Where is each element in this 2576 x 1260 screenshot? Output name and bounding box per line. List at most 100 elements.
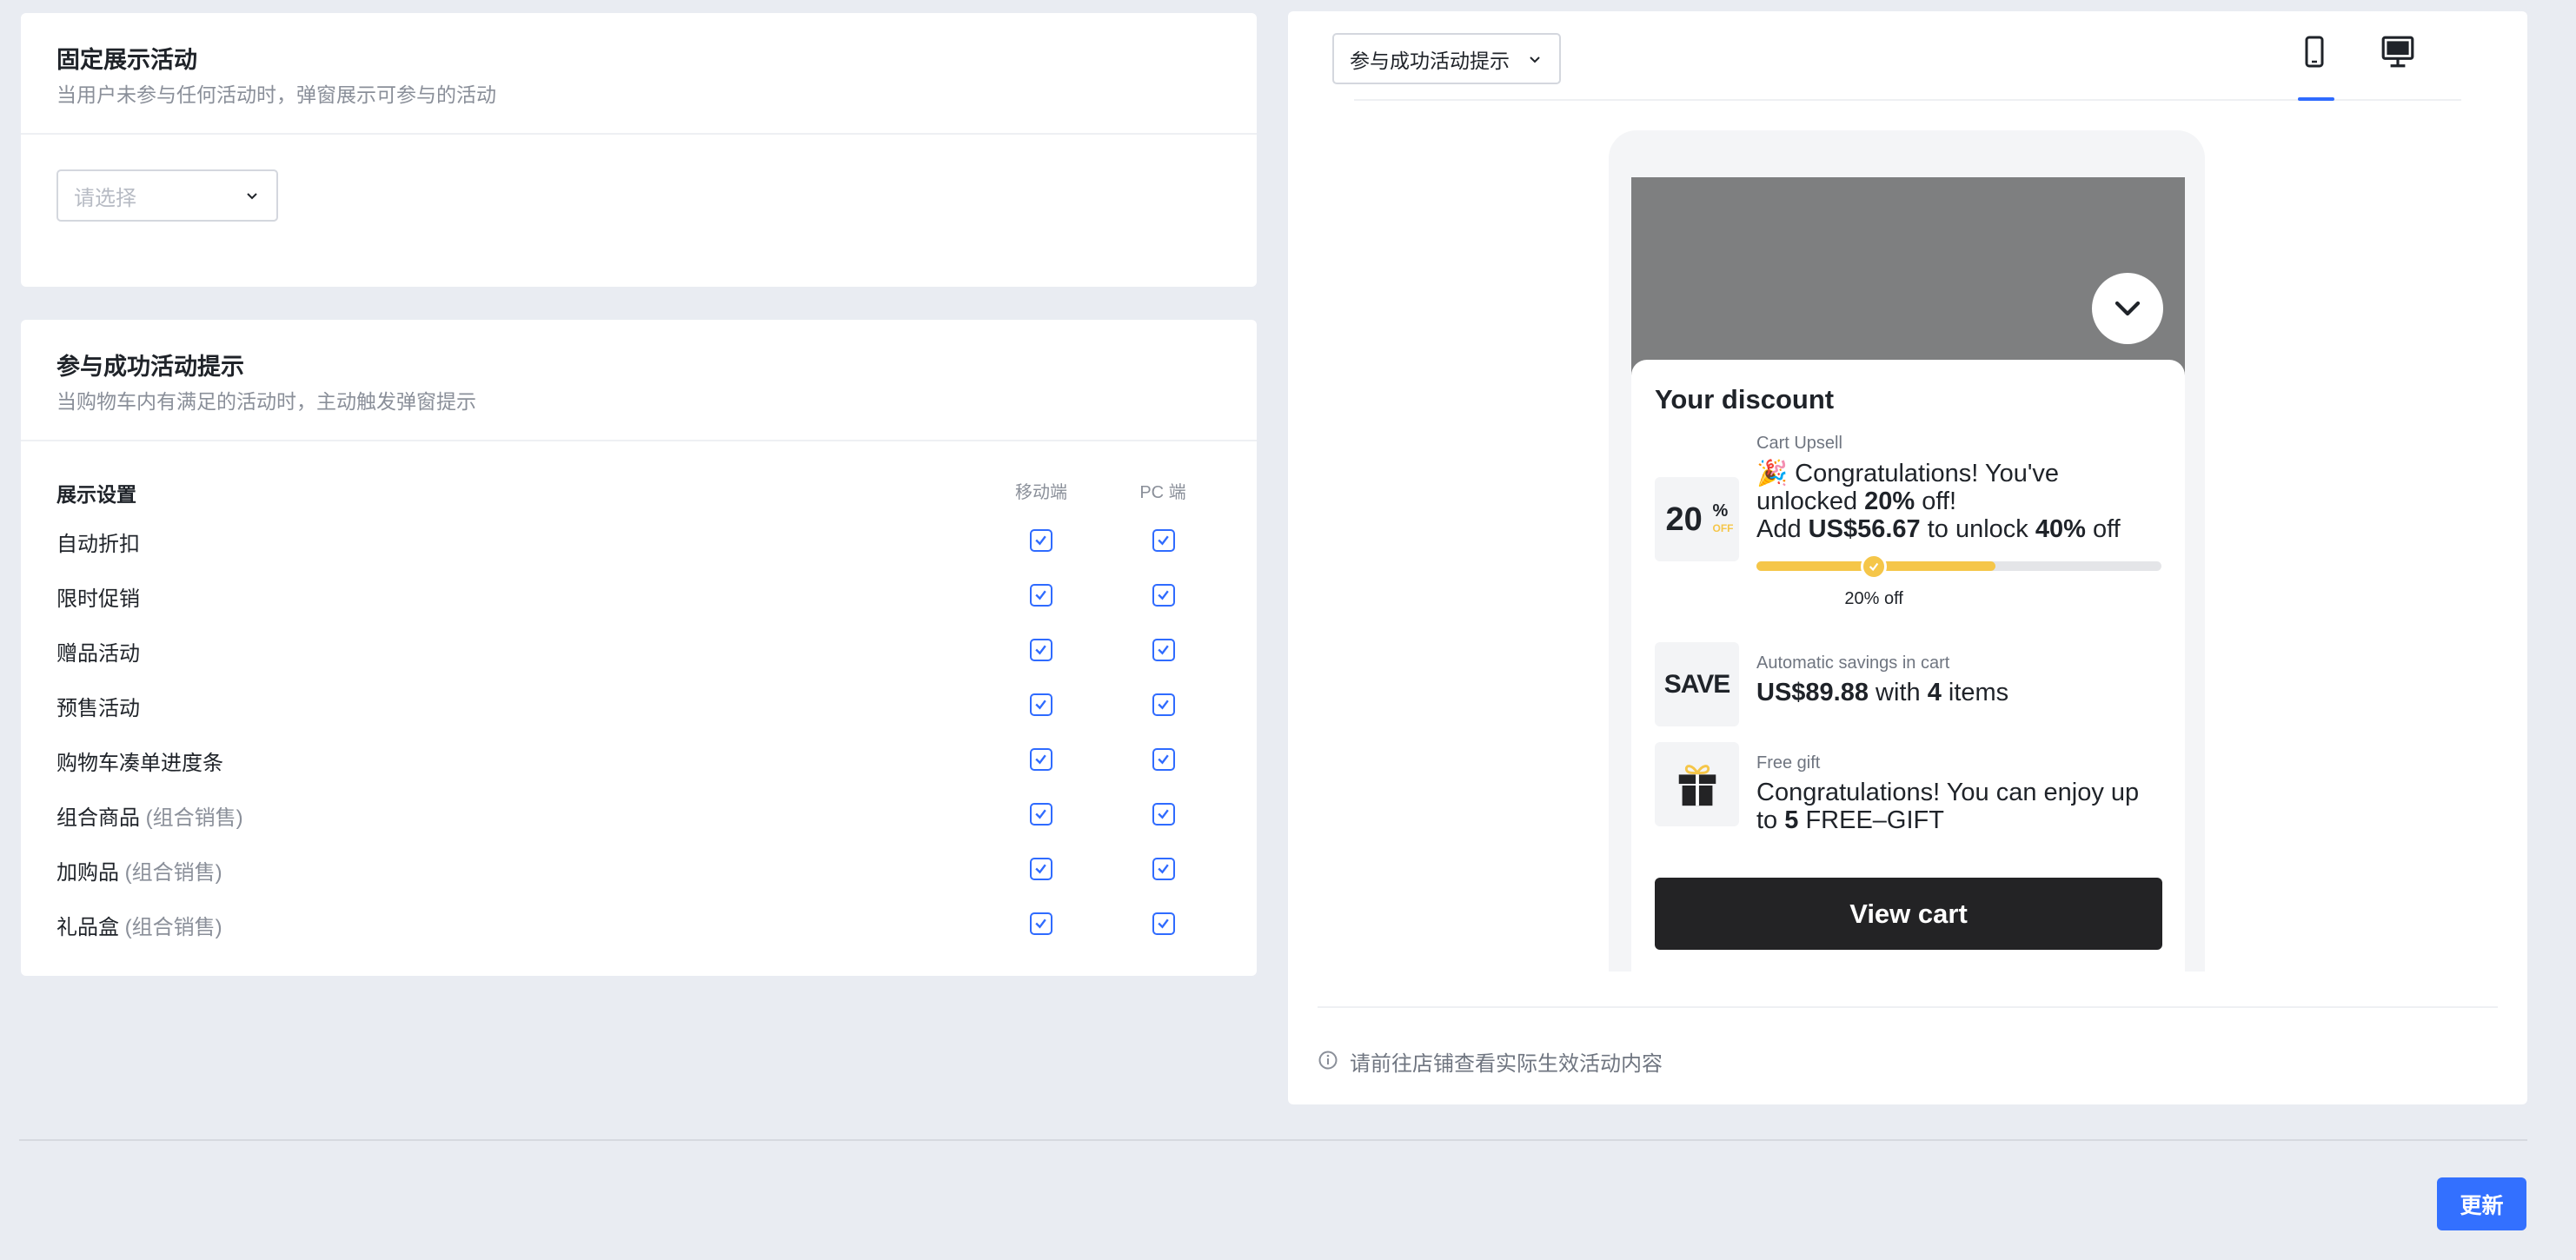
check-icon: [1035, 754, 1046, 765]
mobile-checkbox[interactable]: [1030, 912, 1052, 935]
upsell-message: 🎉 Congratulations! You've unlocked 20% o…: [1756, 460, 2165, 543]
mobile-checkbox[interactable]: [1030, 748, 1052, 771]
check-icon: [1158, 645, 1169, 655]
view-cart-button[interactable]: View cart: [1655, 878, 2162, 950]
check-icon: [1035, 700, 1046, 710]
check-icon: [1035, 809, 1046, 819]
phone-mockup: Your discount 20 % OFF Cart Upsell 🎉 Con…: [1609, 130, 2205, 972]
savings-amount: US$89.88: [1756, 679, 1869, 706]
upsell-line: to unlock: [1920, 515, 2035, 543]
gift-line: to: [1756, 806, 1785, 834]
pc-checkbox[interactable]: [1152, 858, 1175, 880]
activity-note: (组合销售): [119, 916, 222, 939]
mobile-icon[interactable]: [2297, 34, 2332, 70]
upsell-line: Add: [1756, 515, 1809, 543]
settings-row-label: 礼品盒 (组合销售): [56, 910, 222, 940]
upsell-line: off!: [1915, 487, 1957, 515]
chevron-down-icon: [247, 193, 257, 200]
check-icon: [1158, 590, 1169, 600]
settings-row-label: 赠品活动: [56, 636, 140, 666]
settings-row: 限时促销: [21, 576, 1257, 611]
pc-checkbox[interactable]: [1152, 693, 1175, 716]
collapse-button[interactable]: [2092, 273, 2163, 344]
preview-type-select[interactable]: 参与成功活动提示: [1332, 33, 1561, 84]
mobile-checkbox[interactable]: [1030, 693, 1052, 716]
activity-note: (组合销售): [119, 861, 222, 885]
card-divider: [21, 133, 1257, 135]
percent-off-icon: 20 % OFF: [1655, 477, 1739, 561]
percent-number: 20: [1665, 501, 1703, 538]
pc-checkbox[interactable]: [1152, 529, 1175, 552]
save-icon: SAVE: [1655, 642, 1739, 726]
info-icon: [1318, 1051, 1338, 1070]
savings-line: with: [1869, 679, 1928, 706]
save-icon-text: SAVE: [1663, 669, 1730, 699]
activity-name: 礼品盒: [56, 916, 119, 939]
gift-count: 5: [1784, 806, 1799, 834]
sheet-title: Your discount: [1655, 384, 1835, 414]
activity-note: (组合销售): [140, 806, 243, 830]
mobile-checkbox[interactable]: [1030, 803, 1052, 826]
pc-checkbox[interactable]: [1152, 584, 1175, 607]
notice-text: 请前往店铺查看实际生效活动内容: [1350, 1052, 1663, 1076]
fixed-activity-select[interactable]: 请选择: [56, 169, 278, 222]
fixed-activity-card: 固定展示活动 当用户未参与任何活动时，弹窗展示可参与的活动 请选择: [21, 13, 1257, 287]
check-icon: [1158, 700, 1169, 710]
mobile-checkbox[interactable]: [1030, 584, 1052, 607]
percent-sign: %: [1712, 501, 1729, 521]
upsell-line: Congratulations! You've: [1788, 460, 2059, 487]
settings-row-label: 组合商品 (组合销售): [56, 800, 243, 831]
chevron-down-icon: [1530, 56, 1540, 63]
upsell-value: US$56.67: [1808, 515, 1921, 543]
settings-row-label: 自动折扣: [56, 527, 140, 557]
active-tab-indicator: [2298, 97, 2334, 101]
savings-count: 4: [1927, 679, 1942, 706]
check-icon: [1158, 918, 1169, 929]
desktop-icon[interactable]: [2379, 34, 2417, 70]
success-activity-title: 参与成功活动提示: [56, 354, 244, 380]
success-activity-card: 参与成功活动提示 当购物车内有满足的活动时，主动触发弹窗提示 展示设置 移动端 …: [21, 320, 1257, 976]
settings-row: 自动折扣: [21, 521, 1257, 556]
pc-checkbox[interactable]: [1152, 803, 1175, 826]
gift-line: FREE–GIFT: [1798, 806, 1944, 834]
activity-name: 预售活动: [56, 697, 140, 720]
upsell-line: unlocked: [1756, 487, 1865, 515]
notice-divider: [1318, 1006, 2498, 1008]
check-icon: [1035, 864, 1046, 874]
activity-name: 限时促销: [56, 587, 140, 611]
settings-row: 购物车凑单进度条: [21, 740, 1257, 775]
pc-checkbox[interactable]: [1152, 748, 1175, 771]
savings-line: items: [1941, 679, 2009, 706]
settings-row-label: 加购品 (组合销售): [56, 855, 222, 885]
check-icon: [1035, 645, 1046, 655]
update-button[interactable]: 更新: [2437, 1177, 2526, 1230]
check-icon: [1035, 918, 1046, 929]
discount-sheet: Your discount 20 % OFF Cart Upsell 🎉 Con…: [1631, 360, 2185, 972]
activity-name: 自动折扣: [56, 533, 140, 556]
settings-row: 预售活动: [21, 686, 1257, 720]
footer-divider: [19, 1139, 2527, 1141]
mobile-checkbox[interactable]: [1030, 529, 1052, 552]
mobile-checkbox[interactable]: [1030, 858, 1052, 880]
mobile-checkbox[interactable]: [1030, 639, 1052, 661]
upsell-line: off: [2085, 515, 2121, 543]
pc-checkbox[interactable]: [1152, 912, 1175, 935]
check-icon: [1158, 809, 1169, 819]
select-placeholder: 请选择: [74, 186, 136, 210]
settings-row: 赠品活动: [21, 631, 1257, 666]
check-icon: [1035, 590, 1046, 600]
check-icon: [1035, 535, 1046, 546]
pc-checkbox[interactable]: [1152, 639, 1175, 661]
settings-row: 加购品 (组合销售): [21, 850, 1257, 885]
upsell-value: 40%: [2035, 515, 2086, 543]
savings-message: US$89.88 with 4 items: [1756, 679, 2165, 706]
activity-name: 购物车凑单进度条: [56, 752, 223, 775]
gift-line: Congratulations! You can enjoy up: [1756, 779, 2140, 806]
preview-select-value: 参与成功活动提示: [1350, 49, 1510, 72]
settings-row: 礼品盒 (组合销售): [21, 905, 1257, 939]
milestone-check-icon: [1861, 554, 1888, 580]
card-divider: [21, 440, 1257, 441]
savings-tag: Automatic savings in cart: [1756, 653, 1950, 673]
display-settings-header: 展示设置: [56, 483, 136, 506]
settings-row: 组合商品 (组合销售): [21, 795, 1257, 830]
